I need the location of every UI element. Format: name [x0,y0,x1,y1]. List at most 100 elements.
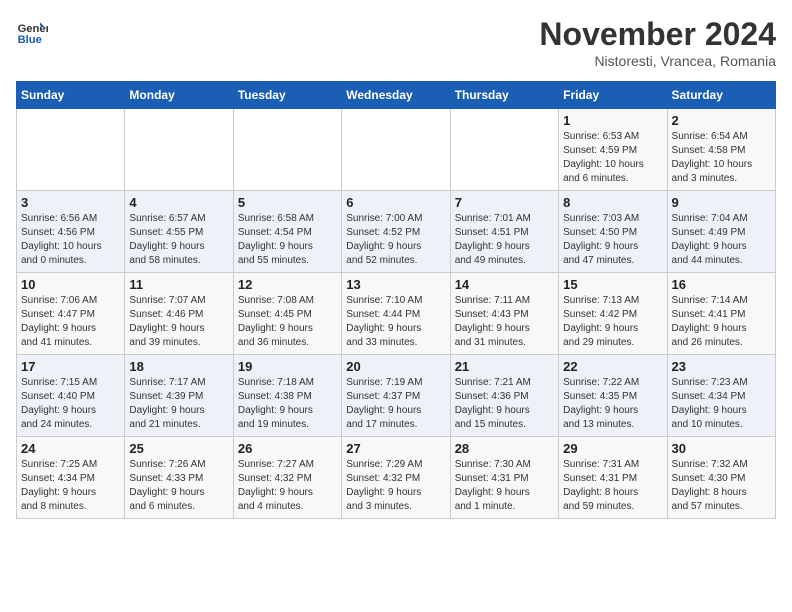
day-number: 10 [21,277,120,292]
day-info: Sunrise: 7:29 AM Sunset: 4:32 PM Dayligh… [346,458,445,514]
calendar-cell: 3Sunrise: 6:56 AM Sunset: 4:56 PM Daylig… [17,191,125,273]
calendar-cell: 4 Sunrise: 6:57 AM Sunset: 4:55 PM Daylig… [125,191,233,273]
day-number: 13 [346,277,445,292]
title-area: November 2024 Nistoresti, Vrancea, Roman… [539,16,776,69]
calendar-week-row: 17 Sunrise: 7:15 AM Sunset: 4:40 PM Dayli… [17,355,776,437]
day-info: Sunrise: 7:04 AM Sunset: 4:49 PM Dayligh… [672,212,771,268]
day-info: Sunrise: 6:57 AM Sunset: 4:55 PM Dayligh… [129,212,228,268]
calendar-cell: 10 Sunrise: 7:06 AM Sunset: 4:47 PM Dayli… [17,273,125,355]
day-number: 12 [238,277,337,292]
weekday-header: Monday [125,82,233,109]
calendar-cell: 9 Sunrise: 7:04 AM Sunset: 4:49 PM Daylig… [667,191,775,273]
svg-text:Blue: Blue [18,34,42,46]
calendar-cell: 6Sunrise: 7:00 AM Sunset: 4:52 PM Daylig… [342,191,450,273]
day-info: Sunrise: 6:58 AM Sunset: 4:54 PM Dayligh… [238,212,337,268]
weekday-header: Wednesday [342,82,450,109]
header: General Blue November 2024 Nistoresti, V… [16,16,776,69]
calendar-cell: 7Sunrise: 7:01 AM Sunset: 4:51 PM Daylig… [450,191,558,273]
calendar-cell: 1 Sunrise: 6:53 AM Sunset: 4:59 PM Daylig… [559,109,667,191]
weekday-header: Friday [559,82,667,109]
day-info: Sunrise: 7:17 AM Sunset: 4:39 PM Dayligh… [129,376,228,432]
calendar-cell: 24Sunrise: 7:25 AM Sunset: 4:34 PM Dayli… [17,437,125,519]
day-info: Sunrise: 7:26 AM Sunset: 4:33 PM Dayligh… [129,458,228,514]
calendar-cell: 26Sunrise: 7:27 AM Sunset: 4:32 PM Dayli… [233,437,341,519]
calendar-cell: 25 Sunrise: 7:26 AM Sunset: 4:33 PM Dayli… [125,437,233,519]
calendar-cell: 11Sunrise: 7:07 AM Sunset: 4:46 PM Dayli… [125,273,233,355]
day-number: 1 [563,113,662,128]
day-info: Sunrise: 7:22 AM Sunset: 4:35 PM Dayligh… [563,376,662,432]
day-info: Sunrise: 7:08 AM Sunset: 4:45 PM Dayligh… [238,294,337,350]
calendar-cell: 21Sunrise: 7:21 AM Sunset: 4:36 PM Dayli… [450,355,558,437]
calendar-cell: 29Sunrise: 7:31 AM Sunset: 4:31 PM Dayli… [559,437,667,519]
calendar-cell: 19 Sunrise: 7:18 AM Sunset: 4:38 PM Dayli… [233,355,341,437]
day-number: 28 [455,441,554,456]
day-number: 9 [672,195,771,210]
day-number: 22 [563,359,662,374]
day-info: Sunrise: 6:53 AM Sunset: 4:59 PM Dayligh… [563,130,662,186]
day-info: Sunrise: 7:25 AM Sunset: 4:34 PM Dayligh… [21,458,120,514]
calendar-cell: 30 Sunrise: 7:32 AM Sunset: 4:30 PM Dayli… [667,437,775,519]
day-number: 20 [346,359,445,374]
weekday-header: Thursday [450,82,558,109]
day-info: Sunrise: 7:15 AM Sunset: 4:40 PM Dayligh… [21,376,120,432]
day-info: Sunrise: 6:54 AM Sunset: 4:58 PM Dayligh… [672,130,771,186]
calendar-cell: 14 Sunrise: 7:11 AM Sunset: 4:43 PM Dayli… [450,273,558,355]
day-number: 26 [238,441,337,456]
calendar-cell: 15 Sunrise: 7:13 AM Sunset: 4:42 PM Dayli… [559,273,667,355]
weekday-header: Tuesday [233,82,341,109]
day-number: 2 [672,113,771,128]
day-number: 4 [129,195,228,210]
day-info: Sunrise: 7:19 AM Sunset: 4:37 PM Dayligh… [346,376,445,432]
calendar-week-row: 3Sunrise: 6:56 AM Sunset: 4:56 PM Daylig… [17,191,776,273]
day-number: 14 [455,277,554,292]
day-info: Sunrise: 7:32 AM Sunset: 4:30 PM Dayligh… [672,458,771,514]
day-info: Sunrise: 7:11 AM Sunset: 4:43 PM Dayligh… [455,294,554,350]
day-info: Sunrise: 7:06 AM Sunset: 4:47 PM Dayligh… [21,294,120,350]
day-number: 16 [672,277,771,292]
day-number: 8 [563,195,662,210]
calendar-cell [342,109,450,191]
calendar-cell: 18 Sunrise: 7:17 AM Sunset: 4:39 PM Dayli… [125,355,233,437]
weekday-header: Saturday [667,82,775,109]
calendar-cell: 16Sunrise: 7:14 AM Sunset: 4:41 PM Dayli… [667,273,775,355]
header-row: SundayMondayTuesdayWednesdayThursdayFrid… [17,82,776,109]
calendar-cell [125,109,233,191]
calendar-cell: 8Sunrise: 7:03 AM Sunset: 4:50 PM Daylig… [559,191,667,273]
calendar-cell: 17 Sunrise: 7:15 AM Sunset: 4:40 PM Dayli… [17,355,125,437]
day-number: 27 [346,441,445,456]
calendar-week-row: 1 Sunrise: 6:53 AM Sunset: 4:59 PM Daylig… [17,109,776,191]
calendar-cell: 22 Sunrise: 7:22 AM Sunset: 4:35 PM Dayli… [559,355,667,437]
day-info: Sunrise: 7:23 AM Sunset: 4:34 PM Dayligh… [672,376,771,432]
day-info: Sunrise: 7:30 AM Sunset: 4:31 PM Dayligh… [455,458,554,514]
day-number: 6 [346,195,445,210]
day-number: 5 [238,195,337,210]
day-number: 7 [455,195,554,210]
calendar-cell [233,109,341,191]
calendar-cell [17,109,125,191]
day-number: 23 [672,359,771,374]
calendar-cell: 5 Sunrise: 6:58 AM Sunset: 4:54 PM Daylig… [233,191,341,273]
calendar-week-row: 24Sunrise: 7:25 AM Sunset: 4:34 PM Dayli… [17,437,776,519]
month-title: November 2024 [539,16,776,53]
day-number: 17 [21,359,120,374]
calendar-cell: 13Sunrise: 7:10 AM Sunset: 4:44 PM Dayli… [342,273,450,355]
location: Nistoresti, Vrancea, Romania [539,53,776,69]
day-number: 15 [563,277,662,292]
day-number: 30 [672,441,771,456]
calendar-cell: 27 Sunrise: 7:29 AM Sunset: 4:32 PM Dayli… [342,437,450,519]
calendar-cell: 12 Sunrise: 7:08 AM Sunset: 4:45 PM Dayli… [233,273,341,355]
day-number: 21 [455,359,554,374]
day-info: Sunrise: 6:56 AM Sunset: 4:56 PM Dayligh… [21,212,120,268]
logo: General Blue [16,16,48,48]
svg-text:General: General [18,23,48,35]
day-number: 18 [129,359,228,374]
day-info: Sunrise: 7:13 AM Sunset: 4:42 PM Dayligh… [563,294,662,350]
calendar-week-row: 10 Sunrise: 7:06 AM Sunset: 4:47 PM Dayli… [17,273,776,355]
day-info: Sunrise: 7:31 AM Sunset: 4:31 PM Dayligh… [563,458,662,514]
calendar-table: SundayMondayTuesdayWednesdayThursdayFrid… [16,81,776,519]
day-info: Sunrise: 7:07 AM Sunset: 4:46 PM Dayligh… [129,294,228,350]
day-number: 25 [129,441,228,456]
calendar-cell [450,109,558,191]
day-info: Sunrise: 7:18 AM Sunset: 4:38 PM Dayligh… [238,376,337,432]
day-number: 19 [238,359,337,374]
